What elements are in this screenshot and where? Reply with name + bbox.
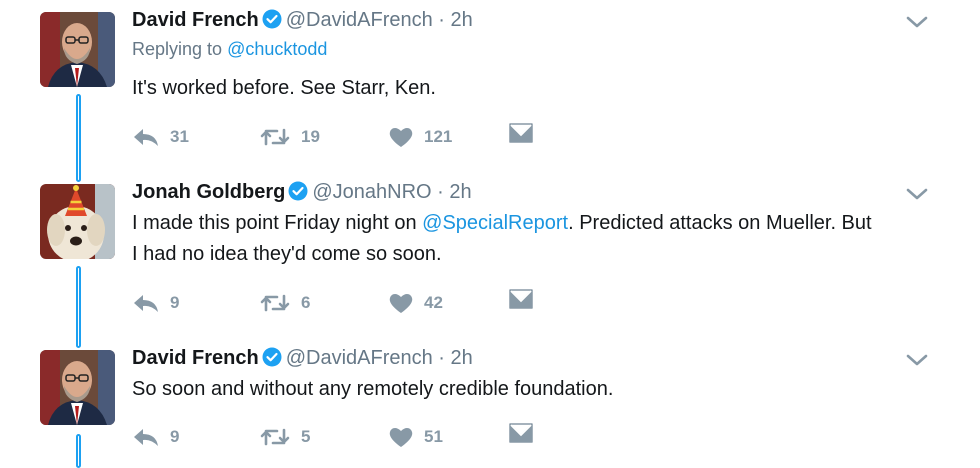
reply-icon <box>132 292 160 314</box>
tweet[interactable]: David French @DavidAFrench · 2h Replying … <box>0 8 980 168</box>
mention-link[interactable]: @chucktodd <box>227 39 327 59</box>
chevron-down-icon[interactable] <box>904 350 930 375</box>
like-count: 51 <box>424 427 443 446</box>
mention-link[interactable]: @SpecialReport <box>422 212 568 234</box>
tweet-header: David French @DavidAFrench · 2h <box>132 346 473 373</box>
like-count: 42 <box>424 293 443 312</box>
direct-message-button[interactable] <box>508 288 534 310</box>
verified-badge-icon <box>262 347 282 373</box>
tweet-text-part: I made this point Friday night on <box>132 212 423 234</box>
user-handle[interactable]: @JonahNRO <box>312 181 431 203</box>
heart-icon <box>388 292 414 314</box>
tweet-header: Jonah Goldberg @JonahNRO · 2h <box>132 180 472 207</box>
display-name[interactable]: David French <box>132 347 259 369</box>
user-handle[interactable]: @DavidAFrench <box>286 9 433 31</box>
direct-message-button[interactable] <box>508 122 534 144</box>
chevron-down-icon[interactable] <box>904 12 930 37</box>
heart-icon <box>388 426 414 448</box>
replying-to: Replying to @chucktodd <box>132 39 327 60</box>
retweet-icon <box>259 126 291 148</box>
display-name[interactable]: David French <box>132 9 259 31</box>
avatar[interactable] <box>40 350 115 425</box>
direct-message-button[interactable] <box>508 422 534 444</box>
tweet-header: David French @DavidAFrench · 2h <box>132 8 473 35</box>
direct-message-icon <box>508 288 534 310</box>
like-button[interactable]: 51 <box>388 422 443 452</box>
like-count: 121 <box>424 127 453 146</box>
avatar[interactable] <box>40 12 115 87</box>
tweet[interactable]: Jonah Goldberg @JonahNRO · 2h I made this… <box>0 180 980 340</box>
retweet-count: 19 <box>301 127 320 146</box>
timestamp[interactable]: · 2h <box>437 181 471 203</box>
chevron-down-icon[interactable] <box>904 184 930 209</box>
tweet-text: I made this point Friday night on @Speci… <box>132 208 872 270</box>
avatar[interactable] <box>40 184 115 259</box>
reply-button[interactable]: 9 <box>132 422 179 452</box>
reply-icon <box>132 126 160 148</box>
retweet-icon <box>259 426 291 448</box>
retweet-button[interactable]: 19 <box>259 122 320 152</box>
reply-button[interactable]: 31 <box>132 122 189 152</box>
retweet-icon <box>259 292 291 314</box>
timestamp[interactable]: · 2h <box>438 347 472 369</box>
verified-badge-icon <box>262 9 282 35</box>
reply-count: 9 <box>170 427 180 446</box>
reply-count: 31 <box>170 127 189 146</box>
tweet-text: So soon and without any remotely credibl… <box>132 378 614 400</box>
retweet-count: 5 <box>301 427 311 446</box>
timestamp[interactable]: · 2h <box>438 9 472 31</box>
heart-icon <box>388 126 414 148</box>
retweet-count: 6 <box>301 293 311 312</box>
reply-count: 9 <box>170 293 180 312</box>
direct-message-icon <box>508 422 534 444</box>
like-button[interactable]: 121 <box>388 122 452 152</box>
replying-to-label: Replying to <box>132 39 228 59</box>
direct-message-icon <box>508 122 534 144</box>
reply-button[interactable]: 9 <box>132 288 179 318</box>
user-handle[interactable]: @DavidAFrench <box>286 347 433 369</box>
tweet-text: It's worked before. See Starr, Ken. <box>132 77 436 99</box>
retweet-button[interactable]: 5 <box>259 422 310 452</box>
reply-icon <box>132 426 160 448</box>
retweet-button[interactable]: 6 <box>259 288 310 318</box>
like-button[interactable]: 42 <box>388 288 443 318</box>
verified-badge-icon <box>288 181 308 207</box>
display-name[interactable]: Jonah Goldberg <box>132 181 285 203</box>
tweet[interactable]: David French @DavidAFrench · 2h So soon a… <box>0 346 980 464</box>
